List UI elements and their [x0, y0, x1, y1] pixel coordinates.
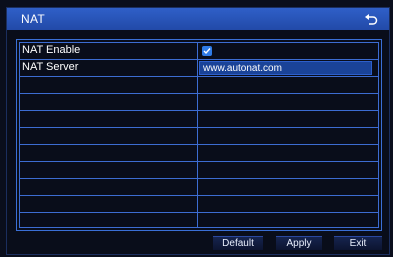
row-nat-enable: NAT Enable — [20, 43, 378, 60]
table-row — [20, 213, 378, 230]
nat-server-label: NAT Server — [22, 61, 79, 73]
nat-enable-checkbox[interactable] — [202, 46, 212, 56]
exit-button[interactable]: Exit — [334, 236, 382, 250]
nat-enable-label: NAT Enable — [22, 44, 81, 56]
table-row — [20, 179, 378, 196]
table-row — [20, 145, 378, 162]
table-row — [20, 162, 378, 179]
table-row — [20, 77, 378, 94]
nat-enable-cell — [198, 43, 378, 59]
nat-server-input[interactable] — [199, 61, 372, 75]
table-row — [20, 111, 378, 128]
row-nat-server: NAT Server — [20, 60, 378, 77]
default-button[interactable]: Default — [213, 236, 263, 250]
table-row — [20, 196, 378, 213]
apply-button[interactable]: Apply — [276, 236, 322, 250]
table-row — [20, 94, 378, 111]
nat-window: NAT NAT Enable NAT Server www.autonat.co… — [6, 7, 390, 255]
table-row — [20, 128, 378, 145]
title-bar: NAT — [7, 8, 389, 30]
window-title: NAT — [21, 12, 46, 26]
back-icon[interactable] — [363, 11, 379, 27]
settings-panel: NAT Enable NAT Server — [16, 39, 382, 231]
nat-server-cell — [198, 60, 378, 76]
settings-table: NAT Enable NAT Server — [19, 42, 379, 228]
checkmark-icon — [203, 48, 211, 55]
